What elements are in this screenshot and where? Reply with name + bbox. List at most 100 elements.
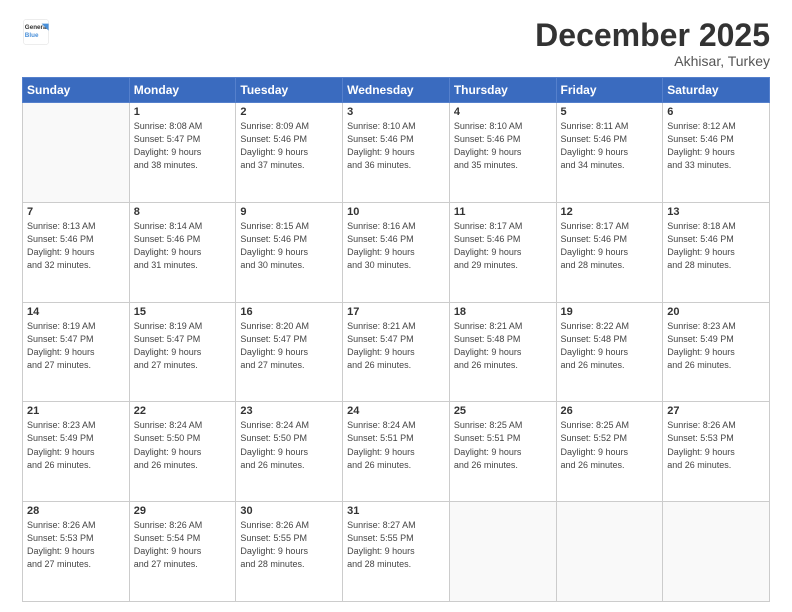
day-info: Sunrise: 8:22 AMSunset: 5:48 PMDaylight:… — [561, 320, 659, 372]
day-number: 14 — [27, 306, 125, 318]
day-cell: 17 Sunrise: 8:21 AMSunset: 5:47 PMDayligh… — [343, 302, 450, 402]
logo-icon: General Blue — [22, 18, 50, 46]
day-number: 25 — [454, 405, 552, 417]
day-number: 8 — [134, 206, 232, 218]
day-cell: 6 Sunrise: 8:12 AMSunset: 5:46 PMDaylight… — [663, 103, 770, 203]
day-info: Sunrise: 8:13 AMSunset: 5:46 PMDaylight:… — [27, 220, 125, 272]
day-cell — [556, 502, 663, 602]
day-number: 11 — [454, 206, 552, 218]
day-number: 16 — [240, 306, 338, 318]
day-cell: 30 Sunrise: 8:26 AMSunset: 5:55 PMDayligh… — [236, 502, 343, 602]
day-info: Sunrise: 8:11 AMSunset: 5:46 PMDaylight:… — [561, 120, 659, 172]
day-number: 27 — [667, 405, 765, 417]
day-cell: 28Sunrise: 8:26 AMSunset: 5:53 PMDayligh… — [23, 502, 130, 602]
day-header-monday: Monday — [129, 78, 236, 103]
week-row-5: 28Sunrise: 8:26 AMSunset: 5:53 PMDayligh… — [23, 502, 770, 602]
day-number: 9 — [240, 206, 338, 218]
month-title: December 2025 — [535, 18, 770, 53]
day-header-wednesday: Wednesday — [343, 78, 450, 103]
day-number: 17 — [347, 306, 445, 318]
day-info: Sunrise: 8:08 AMSunset: 5:47 PMDaylight:… — [134, 120, 232, 172]
day-cell: 26 Sunrise: 8:25 AMSunset: 5:52 PMDayligh… — [556, 402, 663, 502]
day-cell: 21 Sunrise: 8:23 AMSunset: 5:49 PMDayligh… — [23, 402, 130, 502]
day-number: 2 — [240, 106, 338, 118]
day-number: 28 — [27, 505, 125, 517]
day-header-friday: Friday — [556, 78, 663, 103]
day-cell: 10 Sunrise: 8:16 AMSunset: 5:46 PMDayligh… — [343, 202, 450, 302]
day-number: 26 — [561, 405, 659, 417]
day-number: 4 — [454, 106, 552, 118]
day-cell: 27 Sunrise: 8:26 AMSunset: 5:53 PMDayligh… — [663, 402, 770, 502]
day-cell: 12 Sunrise: 8:17 AMSunset: 5:46 PMDayligh… — [556, 202, 663, 302]
day-info: Sunrise: 8:24 AMSunset: 5:51 PMDaylight:… — [347, 419, 445, 471]
day-info: Sunrise: 8:19 AMSunset: 5:47 PMDaylight:… — [134, 320, 232, 372]
title-area: December 2025 Akhisar, Turkey — [535, 18, 770, 69]
logo: General Blue — [22, 18, 50, 46]
day-cell: 7 Sunrise: 8:13 AMSunset: 5:46 PMDaylight… — [23, 202, 130, 302]
week-row-2: 7 Sunrise: 8:13 AMSunset: 5:46 PMDaylight… — [23, 202, 770, 302]
day-info: Sunrise: 8:21 AMSunset: 5:48 PMDaylight:… — [454, 320, 552, 372]
day-info: Sunrise: 8:26 AMSunset: 5:55 PMDaylight:… — [240, 519, 338, 571]
day-number: 10 — [347, 206, 445, 218]
day-number: 15 — [134, 306, 232, 318]
day-cell: 18Sunrise: 8:21 AMSunset: 5:48 PMDayligh… — [449, 302, 556, 402]
day-info: Sunrise: 8:10 AMSunset: 5:46 PMDaylight:… — [347, 120, 445, 172]
day-cell: 15 Sunrise: 8:19 AMSunset: 5:47 PMDayligh… — [129, 302, 236, 402]
day-number: 5 — [561, 106, 659, 118]
header-row: SundayMondayTuesdayWednesdayThursdayFrid… — [23, 78, 770, 103]
day-info: Sunrise: 8:27 AMSunset: 5:55 PMDaylight:… — [347, 519, 445, 571]
day-info: Sunrise: 8:14 AMSunset: 5:46 PMDaylight:… — [134, 220, 232, 272]
day-cell: 29 Sunrise: 8:26 AMSunset: 5:54 PMDayligh… — [129, 502, 236, 602]
day-cell: 13 Sunrise: 8:18 AMSunset: 5:46 PMDayligh… — [663, 202, 770, 302]
day-info: Sunrise: 8:17 AMSunset: 5:46 PMDaylight:… — [561, 220, 659, 272]
week-row-3: 14 Sunrise: 8:19 AMSunset: 5:47 PMDayligh… — [23, 302, 770, 402]
day-info: Sunrise: 8:10 AMSunset: 5:46 PMDaylight:… — [454, 120, 552, 172]
day-cell: 5 Sunrise: 8:11 AMSunset: 5:46 PMDaylight… — [556, 103, 663, 203]
calendar-table: SundayMondayTuesdayWednesdayThursdayFrid… — [22, 77, 770, 602]
day-cell: 16 Sunrise: 8:20 AMSunset: 5:47 PMDayligh… — [236, 302, 343, 402]
day-cell: 25Sunrise: 8:25 AMSunset: 5:51 PMDayligh… — [449, 402, 556, 502]
day-number: 22 — [134, 405, 232, 417]
day-number: 29 — [134, 505, 232, 517]
day-info: Sunrise: 8:21 AMSunset: 5:47 PMDaylight:… — [347, 320, 445, 372]
day-number: 20 — [667, 306, 765, 318]
day-number: 19 — [561, 306, 659, 318]
subtitle: Akhisar, Turkey — [535, 53, 770, 69]
day-cell: 23Sunrise: 8:24 AMSunset: 5:50 PMDayligh… — [236, 402, 343, 502]
day-cell — [23, 103, 130, 203]
day-info: Sunrise: 8:25 AMSunset: 5:52 PMDaylight:… — [561, 419, 659, 471]
day-info: Sunrise: 8:12 AMSunset: 5:46 PMDaylight:… — [667, 120, 765, 172]
day-number: 31 — [347, 505, 445, 517]
day-info: Sunrise: 8:09 AMSunset: 5:46 PMDaylight:… — [240, 120, 338, 172]
day-info: Sunrise: 8:26 AMSunset: 5:54 PMDaylight:… — [134, 519, 232, 571]
day-cell: 8 Sunrise: 8:14 AMSunset: 5:46 PMDaylight… — [129, 202, 236, 302]
day-cell: 19 Sunrise: 8:22 AMSunset: 5:48 PMDayligh… — [556, 302, 663, 402]
day-cell: 14Sunrise: 8:19 AMSunset: 5:47 PMDayligh… — [23, 302, 130, 402]
day-number: 1 — [134, 106, 232, 118]
day-cell — [449, 502, 556, 602]
day-cell: 9Sunrise: 8:15 AMSunset: 5:46 PMDaylight… — [236, 202, 343, 302]
day-number: 6 — [667, 106, 765, 118]
week-row-4: 21 Sunrise: 8:23 AMSunset: 5:49 PMDayligh… — [23, 402, 770, 502]
day-number: 13 — [667, 206, 765, 218]
day-cell: 24 Sunrise: 8:24 AMSunset: 5:51 PMDayligh… — [343, 402, 450, 502]
day-cell: 1 Sunrise: 8:08 AMSunset: 5:47 PMDaylight… — [129, 103, 236, 203]
day-header-sunday: Sunday — [23, 78, 130, 103]
day-info: Sunrise: 8:23 AMSunset: 5:49 PMDaylight:… — [667, 320, 765, 372]
day-number: 30 — [240, 505, 338, 517]
day-cell: 31 Sunrise: 8:27 AMSunset: 5:55 PMDayligh… — [343, 502, 450, 602]
svg-text:Blue: Blue — [25, 32, 39, 39]
day-number: 21 — [27, 405, 125, 417]
day-info: Sunrise: 8:23 AMSunset: 5:49 PMDaylight:… — [27, 419, 125, 471]
day-number: 7 — [27, 206, 125, 218]
day-info: Sunrise: 8:26 AMSunset: 5:53 PMDaylight:… — [667, 419, 765, 471]
day-info: Sunrise: 8:16 AMSunset: 5:46 PMDaylight:… — [347, 220, 445, 272]
day-number: 24 — [347, 405, 445, 417]
day-header-thursday: Thursday — [449, 78, 556, 103]
day-info: Sunrise: 8:18 AMSunset: 5:46 PMDaylight:… — [667, 220, 765, 272]
day-info: Sunrise: 8:24 AMSunset: 5:50 PMDaylight:… — [134, 419, 232, 471]
day-info: Sunrise: 8:20 AMSunset: 5:47 PMDaylight:… — [240, 320, 338, 372]
day-cell: 3Sunrise: 8:10 AMSunset: 5:46 PMDaylight… — [343, 103, 450, 203]
day-header-tuesday: Tuesday — [236, 78, 343, 103]
day-number: 12 — [561, 206, 659, 218]
